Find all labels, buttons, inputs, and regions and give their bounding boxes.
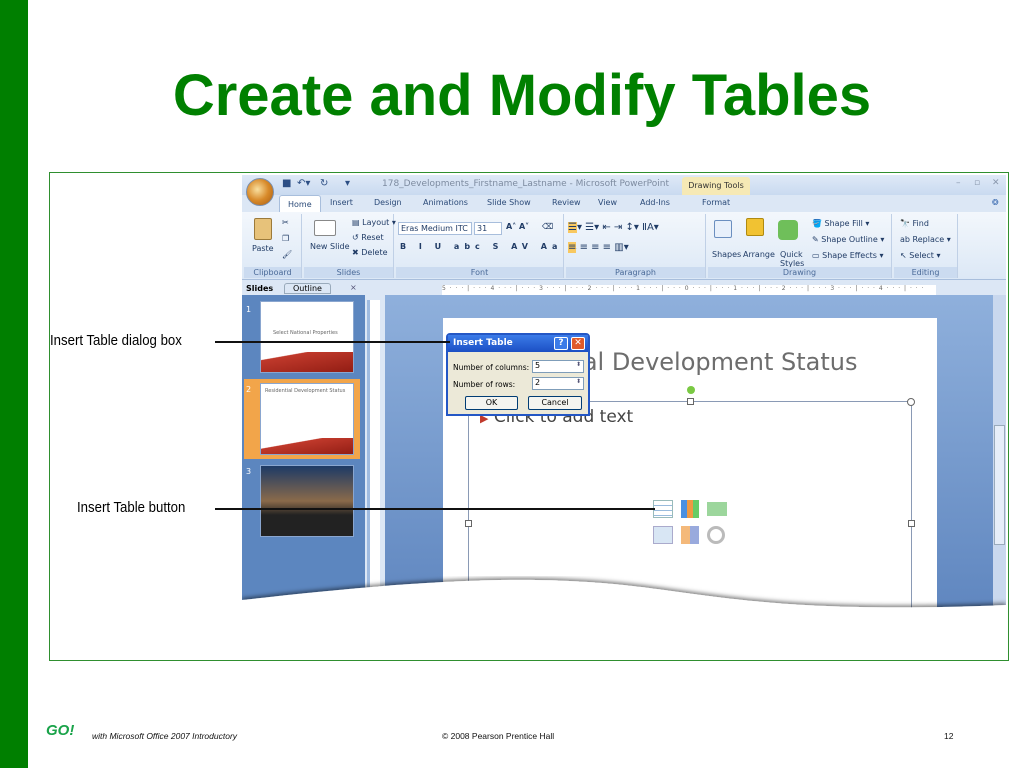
callout-dialog-label: Insert Table dialog box bbox=[50, 332, 182, 349]
page-number: 12 bbox=[944, 731, 954, 741]
footer-copyright: © 2008 Pearson Prentice Hall bbox=[442, 731, 555, 741]
callout-dialog-line bbox=[215, 341, 450, 343]
go-logo: GO! bbox=[46, 722, 75, 739]
torn-edge bbox=[242, 579, 1006, 615]
slide-title: Create and Modify Tables bbox=[172, 63, 872, 128]
powerpoint-window: ■ ↶▾ ↻ ▾ 178_Developments_Firstname_Last… bbox=[242, 175, 1006, 615]
callout-button-line bbox=[215, 508, 655, 510]
footer-book-title: with Microsoft Office 2007 Introductory bbox=[92, 731, 238, 741]
callout-button-label: Insert Table button bbox=[77, 499, 186, 516]
